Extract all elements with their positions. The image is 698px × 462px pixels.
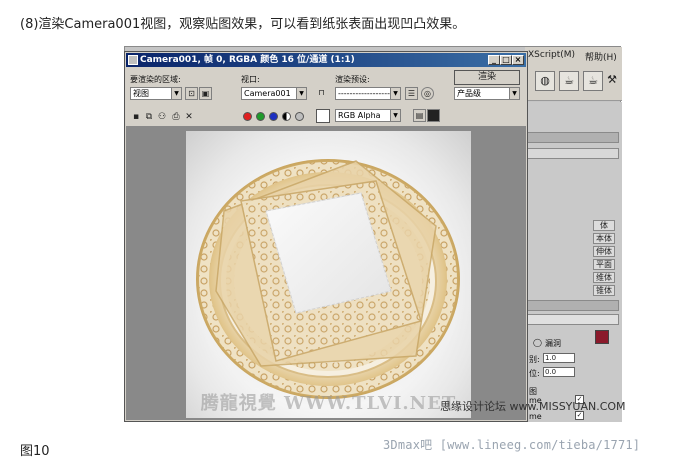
- image-watermark: 腾龍視覺 WWW.TLVI.NET: [200, 393, 457, 414]
- viewport-dropdown[interactable]: Camera001 ▼: [241, 87, 307, 100]
- panel-rollout-bar[interactable]: [527, 132, 619, 143]
- auto-region-icon[interactable]: ▣: [199, 87, 212, 100]
- object-type-button[interactable]: 维体: [593, 272, 615, 283]
- figure-label: 图10: [20, 444, 50, 459]
- color-swatch-white[interactable]: [316, 109, 330, 123]
- panel-rollout-bar[interactable]: [527, 148, 619, 159]
- hammer-icon[interactable]: ⚒: [605, 71, 619, 91]
- channel-dropdown[interactable]: RGB Alpha ▼: [335, 109, 401, 122]
- preset-label: 渲染预设:: [335, 75, 370, 84]
- app-icon: [128, 55, 138, 65]
- object-type-button[interactable]: 本体: [593, 233, 615, 244]
- alpha-channel-icon[interactable]: [282, 112, 291, 121]
- chevron-down-icon: ▼: [390, 88, 400, 99]
- clone-icon[interactable]: ⚇: [156, 111, 168, 123]
- lock-icon[interactable]: ⊓: [315, 87, 328, 100]
- area-dropdown[interactable]: 视图 ▼: [130, 87, 182, 100]
- save-icon[interactable]: ▪: [130, 111, 142, 123]
- chevron-down-icon: ▼: [296, 88, 306, 99]
- window-min-icon[interactable]: _: [488, 55, 500, 65]
- spinner-field[interactable]: 0.0: [543, 367, 575, 377]
- display-toggle-icon[interactable]: [427, 109, 440, 122]
- red-channel-icon[interactable]: [243, 112, 252, 121]
- menu-help[interactable]: 帮助(H): [585, 50, 617, 63]
- object-type-button[interactable]: 体: [593, 220, 615, 231]
- footer-watermark: 3Dmax吧 [www.lineeg.com/tieba/1771]: [383, 438, 641, 452]
- green-channel-icon[interactable]: [256, 112, 265, 121]
- plate-render-graphic: [193, 159, 463, 406]
- viewport-label: 视口:: [241, 75, 260, 84]
- object-type-button[interactable]: 锥体: [593, 285, 615, 296]
- forum-watermark: 思缘设计论坛 www.MISSYUAN.COM: [440, 400, 626, 413]
- render-button[interactable]: 渲染: [454, 70, 520, 85]
- rendered-frame-window: Camera001, 帧 0, RGBA 颜色 16 位/通道 (1:1) _ …: [124, 51, 528, 422]
- panel-field[interactable]: [527, 314, 619, 325]
- product-dropdown[interactable]: 产品级 ▼: [454, 87, 520, 100]
- spinner-field[interactable]: 1.0: [543, 353, 575, 363]
- teapot-shade-icon[interactable]: ☕: [583, 71, 603, 91]
- area-label: 要渲染的区域:: [130, 75, 181, 84]
- rendered-image: 腾龍視覺 WWW.TLVI.NET: [186, 131, 471, 418]
- window-close-icon[interactable]: ×: [512, 55, 524, 65]
- spinner-label: 位:: [529, 369, 540, 378]
- max-menubar: XScript(M) 帮助(H): [525, 47, 622, 65]
- chevron-down-icon: ▼: [171, 88, 181, 99]
- spinner-label: 别:: [529, 355, 540, 364]
- mono-icon[interactable]: [295, 112, 304, 121]
- radio-icon[interactable]: ◯: [533, 338, 542, 347]
- render-setup-icon[interactable]: ☰: [405, 87, 418, 100]
- caption-text: (8)渲染Camera001视图，观察贴图效果，可以看到纸张表面出现凹凸效果。: [20, 17, 466, 32]
- window-title: Camera001, 帧 0, RGBA 颜色 16 位/通道 (1:1): [140, 55, 355, 65]
- menu-maxscript[interactable]: XScript(M): [528, 50, 575, 60]
- edit-region-icon[interactable]: ⊡: [185, 87, 198, 100]
- color-swatch[interactable]: [595, 330, 609, 344]
- render-area: 腾龍視覺 WWW.TLVI.NET: [126, 126, 526, 420]
- copy-icon[interactable]: ⧉: [143, 111, 155, 123]
- max-toolbar: ◍ ☕ ☕ ⚒: [525, 65, 622, 101]
- chevron-down-icon: ▼: [509, 88, 519, 99]
- preset-dropdown[interactable]: -------------------- ▼: [335, 87, 401, 100]
- window-max-icon[interactable]: □: [500, 55, 512, 65]
- object-type-button[interactable]: 伸体: [593, 246, 615, 257]
- panel-rollout-bar[interactable]: [527, 300, 619, 311]
- command-panel: 体 本体 伸体 平面 维体 锥体 ◯ 漏洞 别: 1.0 位: 0.0 图 me…: [525, 102, 622, 422]
- chevron-down-icon: ▼: [390, 110, 400, 121]
- environment-icon[interactable]: ◎: [421, 87, 434, 100]
- product-value: 产品级: [457, 89, 481, 98]
- print-icon[interactable]: ⎙: [170, 111, 182, 123]
- channel-value: RGB Alpha: [338, 111, 381, 120]
- info-panel-icon[interactable]: ▤: [413, 109, 426, 122]
- close-x-icon[interactable]: ✕: [183, 111, 195, 123]
- object-type-button[interactable]: 平面: [593, 259, 615, 270]
- window-titlebar[interactable]: Camera001, 帧 0, RGBA 颜色 16 位/通道 (1:1) _ …: [126, 53, 526, 67]
- area-value: 视图: [133, 89, 149, 98]
- preset-value: --------------------: [338, 89, 396, 98]
- sphere-icon[interactable]: ◍: [535, 71, 555, 91]
- teapot-icon[interactable]: ☕: [559, 71, 579, 91]
- blue-channel-icon[interactable]: [269, 112, 278, 121]
- viewport-value: Camera001: [244, 89, 291, 98]
- radio-label: 漏洞: [545, 339, 561, 348]
